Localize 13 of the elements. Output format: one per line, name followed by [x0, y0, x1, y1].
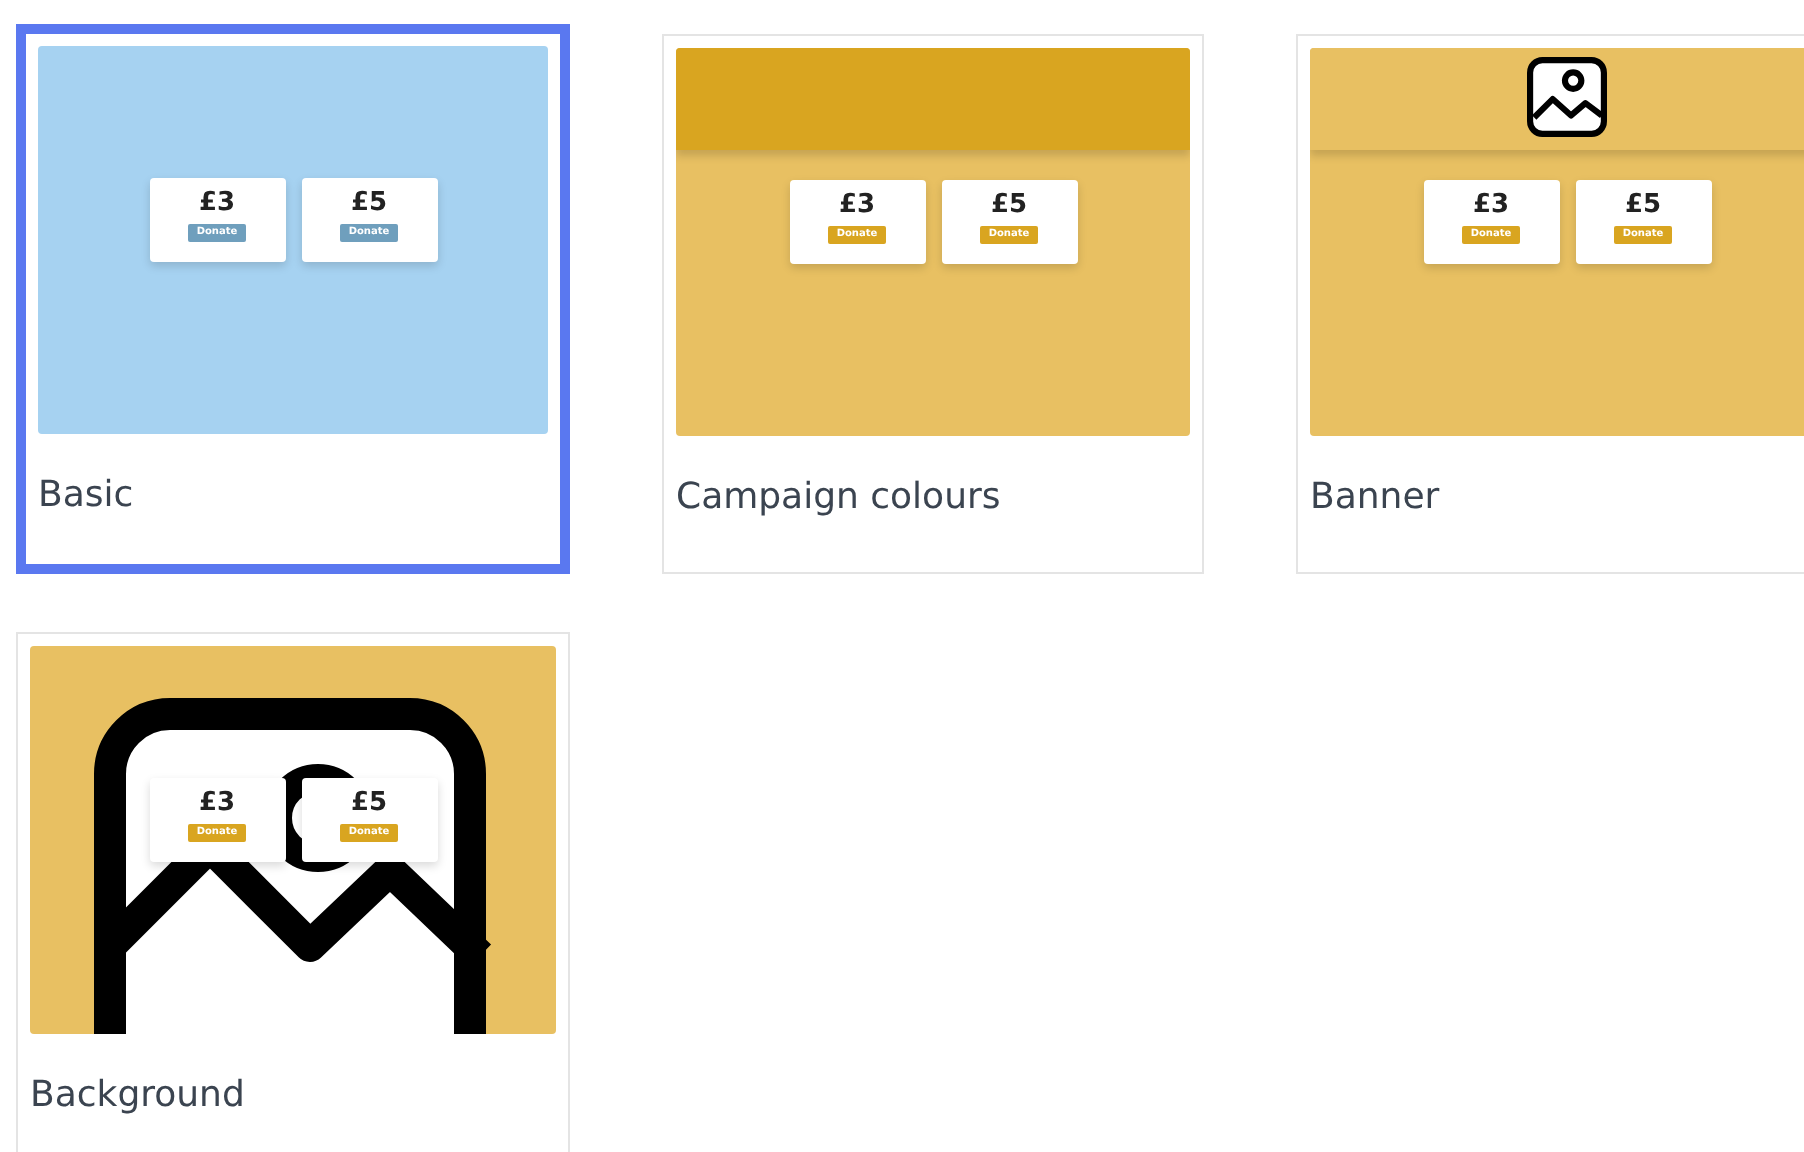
template-label: Banner: [1310, 474, 1442, 518]
amount-value: £5: [350, 188, 388, 218]
amount-value: £5: [350, 788, 388, 818]
amount-value: £5: [990, 190, 1028, 220]
amount-value: £3: [198, 788, 236, 818]
template-label: Basic: [38, 472, 136, 516]
amount-value: £3: [198, 188, 236, 218]
template-label: Background: [30, 1072, 247, 1116]
image-icon: [1526, 56, 1608, 138]
amount-value: £3: [838, 190, 876, 220]
amount-value: £3: [1472, 190, 1510, 220]
amount-value: £5: [1624, 190, 1662, 220]
template-label: Campaign colours: [676, 474, 1003, 518]
